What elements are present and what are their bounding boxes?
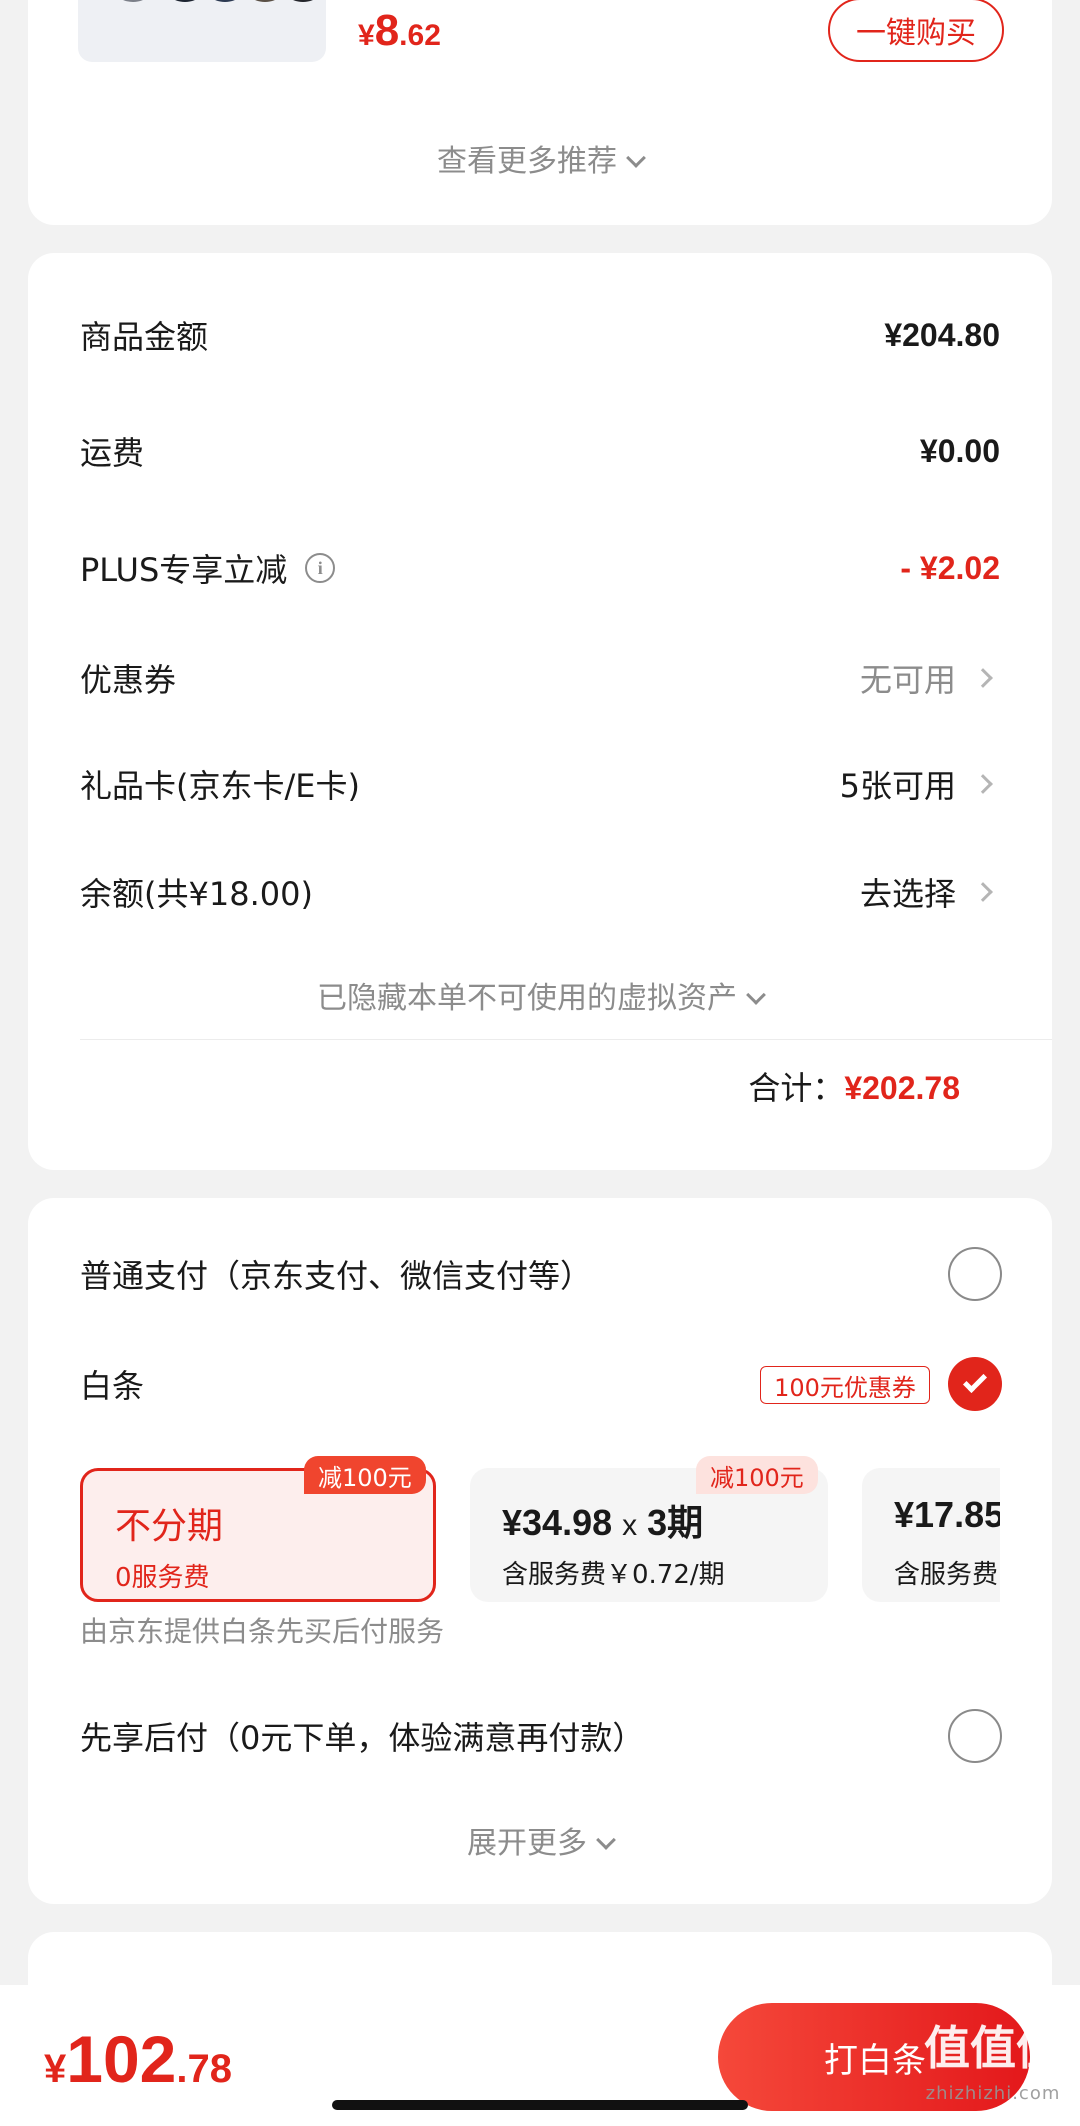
- check-icon: [962, 1368, 988, 1394]
- goods-amount-value: ¥204.80: [884, 316, 1000, 353]
- watermark-logo: 值值值 zhizhizhi.com: [924, 2025, 1062, 2103]
- shipping-label: 运费: [80, 434, 145, 472]
- plan-6-periods[interactable]: ¥17.85 含服务费: [862, 1468, 1000, 1602]
- balance-row[interactable]: 余额(共¥18.00) 去选择: [80, 862, 1000, 922]
- chevron-right-icon: [973, 774, 993, 794]
- plan-fee: 含服务费￥0.72/期: [502, 1560, 725, 1590]
- plus-discount-value: - ¥2.02: [900, 549, 1000, 586]
- home-indicator[interactable]: [332, 2100, 748, 2110]
- giftcard-label: 礼品卡(京东卡/E卡): [80, 767, 360, 805]
- chevron-right-icon: [973, 668, 993, 688]
- giftcard-row[interactable]: 礼品卡(京东卡/E卡) 5张可用: [80, 754, 1000, 814]
- normal-pay-option[interactable]: 普通支付（京东支付、微信支付等）: [80, 1244, 912, 1304]
- pay-later-label: 先享后付（0元下单，体验满意再付款）: [80, 1719, 645, 1757]
- balance-value: 去选择: [859, 875, 956, 913]
- more-recommendations-link[interactable]: 查看更多推荐: [28, 136, 1052, 180]
- coupon-label: 优惠券: [80, 661, 177, 699]
- coupon-row[interactable]: 优惠券 无可用: [80, 648, 1000, 708]
- watermark-url: zhizhizhi.com: [925, 2083, 1061, 2104]
- payment-method-card: 普通支付（京东支付、微信支付等） 白条 100元优惠券 不分期 0服务费 减10…: [28, 1198, 1052, 1904]
- coupon-value: 无可用: [859, 661, 956, 699]
- giftcard-value: 5张可用: [839, 767, 956, 805]
- more-recommendations-label: 查看更多推荐: [437, 144, 617, 179]
- info-icon[interactable]: i: [305, 553, 336, 583]
- plan-fee: 0服务费: [115, 1563, 210, 1593]
- plan-amount: ¥34.98: [502, 1502, 613, 1543]
- payable-amount: ¥102.78: [44, 2022, 232, 2096]
- plan-fee: 含服务费: [894, 1560, 999, 1590]
- installment-plans: 不分期 0服务费 减100元 ¥34.98 x 3期 含服务费￥0.72/期 减10…: [80, 1456, 1000, 1602]
- pay-later-radio[interactable]: [948, 1709, 1002, 1763]
- divider: [80, 1039, 1052, 1040]
- order-total: 合计： ¥202.78: [748, 1063, 960, 1109]
- hidden-assets-label: 已隐藏本单不可使用的虚拟资产: [317, 981, 737, 1016]
- hidden-assets-toggle[interactable]: 已隐藏本单不可使用的虚拟资产: [28, 973, 1052, 1017]
- shipping-value: ¥0.00: [919, 432, 1000, 469]
- plan-title: ¥34.98 x 3期: [502, 1494, 703, 1546]
- recommend-price: ¥8.62: [358, 6, 441, 55]
- baitiao-coupon-tag: 100元优惠券: [760, 1366, 930, 1404]
- baitiao-label: 白条: [80, 1367, 145, 1405]
- total-label: 合计：: [748, 1069, 845, 1107]
- plan-periods: 3期: [647, 1502, 704, 1543]
- chevron-down-icon: [746, 985, 766, 1005]
- normal-pay-label: 普通支付（京东支付、微信支付等）: [80, 1257, 593, 1295]
- goods-amount-label: 商品金额: [80, 318, 209, 356]
- normal-pay-radio[interactable]: [948, 1247, 1002, 1301]
- baitiao-option[interactable]: 白条: [80, 1354, 752, 1414]
- product-thumbnail[interactable]: [78, 0, 326, 62]
- chevron-right-icon: [973, 882, 993, 902]
- chevron-down-icon: [596, 1830, 616, 1850]
- plan-multiply: x: [622, 1509, 638, 1542]
- discount-badge: 减100元: [304, 1456, 426, 1494]
- one-click-buy-button[interactable]: 一键购买: [828, 0, 1004, 62]
- balance-label: 余额(共¥18.00): [80, 875, 313, 913]
- expand-more-label: 展开更多: [467, 1826, 587, 1861]
- watermark-text: 值值值: [924, 2021, 1062, 2075]
- order-amount-card: 商品金额 ¥204.80 运费 ¥0.00 PLUS专享立减 i - ¥2.02…: [28, 253, 1052, 1170]
- chevron-down-icon: [626, 148, 646, 168]
- plan-title: 不分期: [115, 1506, 224, 1547]
- discount-badge: 减100元: [696, 1456, 818, 1494]
- baitiao-radio-checked[interactable]: [948, 1357, 1002, 1411]
- plan-amount: ¥17.85: [894, 1494, 1000, 1535]
- total-value: ¥202.78: [844, 1070, 960, 1106]
- goods-amount-row: 商品金额 ¥204.80: [80, 305, 1000, 365]
- recommendation-card: ¥8.62 一键购买 查看更多推荐: [28, 0, 1052, 225]
- provider-note: 由京东提供白条先买后付服务: [80, 1615, 445, 1648]
- pay-button-label: 打白条: [824, 2040, 926, 2081]
- pay-later-option[interactable]: 先享后付（0元下单，体验满意再付款）: [80, 1706, 912, 1766]
- plus-discount-label: PLUS专享立减: [80, 551, 288, 589]
- plus-discount-row: PLUS专享立减 i - ¥2.02: [80, 538, 1000, 598]
- shipping-row: 运费 ¥0.00: [80, 421, 1000, 481]
- expand-more-link[interactable]: 展开更多: [28, 1818, 1052, 1862]
